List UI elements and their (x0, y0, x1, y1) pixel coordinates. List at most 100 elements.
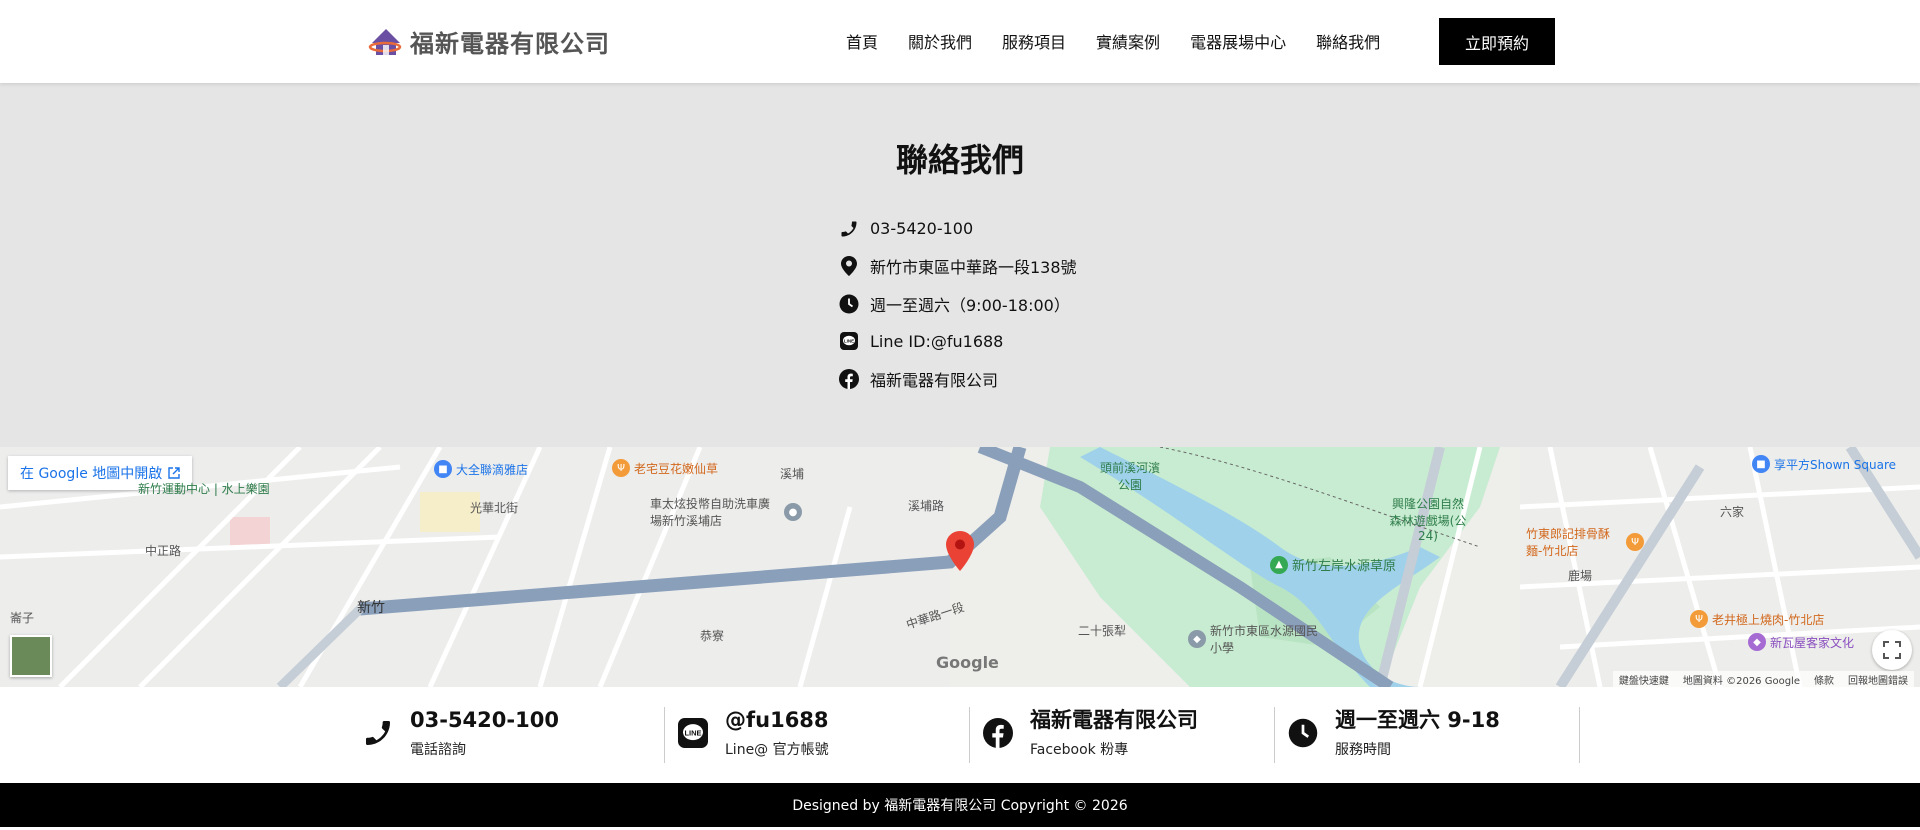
phone-icon (360, 715, 396, 751)
contact-section: 聯絡我們 03-5420-100 新竹市東區中華路一段138號 週一至週六（9:… (0, 83, 1920, 447)
main-nav: 首頁 關於我們 服務項目 實績案例 電器展場中心 聯絡我們 (846, 18, 1410, 64)
map-label-xipu-road: 溪埔路 (908, 499, 945, 513)
map-label-lugang: 鹿場 (1568, 569, 1593, 583)
map-attribution: 鍵盤快速鍵 地圖資料 ©2026 Google 條款 回報地圖錯誤 (1612, 671, 1914, 687)
facebook-icon (838, 368, 860, 390)
map-poi-riverside-label: 新竹左岸水源草原 (1292, 559, 1397, 574)
map-poi-carwash[interactable]: 車太炫投幣自助洗車廣場新竹溪埔店 ● (650, 495, 802, 529)
restaurant-icon: Ψ (1626, 533, 1644, 551)
map-poi-carwash-label: 車太炫投幣自助洗車廣場新竹溪埔店 (650, 497, 771, 528)
map-poi-bbq[interactable]: Ψ 老井極上燒肉-竹北店 (1690, 610, 1824, 628)
map-poi-pxmart-label: 大全聯滴雅店 (456, 462, 529, 477)
restaurant-icon: Ψ (1690, 610, 1708, 628)
map-label-xipu: 溪埔 (780, 467, 805, 481)
info-facebook-sub: Facebook 粉專 (1030, 742, 1129, 758)
facebook-icon (980, 715, 1016, 751)
shopping-icon: ■ (1752, 455, 1770, 473)
map-poi-riverside[interactable]: ▲ 新竹左岸水源草原 (1270, 555, 1396, 574)
map-poi-hakka[interactable]: ◆ 新瓦屋客家文化 (1748, 633, 1854, 651)
svg-text:LINE: LINE (844, 339, 854, 344)
map-poi-gym-label: 新竹運動中心 | 水上樂園 (138, 482, 270, 496)
map-poi-gym[interactable]: 新竹運動中心 | 水上樂園 (138, 480, 270, 497)
contact-list: 03-5420-100 新竹市東區中華路一段138號 週一至週六（9:00-18… (838, 210, 1077, 398)
copyright-text: Designed by 福新電器有限公司 Copyright © 2026 (792, 798, 1128, 814)
pin-poi-icon: ● (784, 503, 802, 521)
keyboard-shortcuts-link[interactable]: 鍵盤快速鍵 (1619, 672, 1669, 687)
map-label-guanghua: 光華北街 (470, 501, 519, 515)
contact-phone: 03-5420-100 (838, 210, 1077, 248)
map-poi-hakka-label: 新瓦屋客家文化 (1770, 635, 1855, 650)
nav-home[interactable]: 首頁 (846, 29, 878, 53)
map-label-lunzi: 崙子 (10, 611, 35, 625)
house-logo-icon (368, 29, 402, 55)
site-footer: Designed by 福新電器有限公司 Copyright © 2026 (0, 783, 1920, 827)
google-logo: Google (936, 653, 999, 672)
info-facebook-main: 福新電器有限公司 (1030, 708, 1198, 732)
info-hours-sub: 服務時間 (1335, 742, 1391, 758)
park-icon: ▲ (1270, 555, 1288, 574)
info-bar: 03-5420-100 電話諮詢 LINE @fu1688 Line@ 官方帳號… (0, 687, 1920, 783)
info-phone[interactable]: 03-5420-100 電話諮詢 (360, 707, 665, 763)
map-poi-school[interactable]: ◆ 新竹市東區水源國民小學 (1188, 622, 1320, 656)
map-poi-dessert[interactable]: Ψ 老宅豆花嫩仙草 (612, 459, 718, 477)
map-label-hsinchu: 新竹 (357, 600, 385, 616)
contact-address-text: 新竹市東區中華路一段138號 (870, 258, 1077, 278)
info-line-sub: Line@ 官方帳號 (725, 742, 829, 758)
map-label-ershizhang: 二十張犁 (1078, 624, 1127, 638)
map-data-attribution: 地圖資料 ©2026 Google (1682, 675, 1800, 687)
map-location-marker-icon[interactable] (946, 531, 974, 571)
contact-facebook: 福新電器有限公司 (838, 360, 1077, 398)
nav-cases[interactable]: 實績案例 (1096, 29, 1160, 53)
culture-icon: ◆ (1748, 633, 1766, 651)
terms-link[interactable]: 條款 (1814, 672, 1834, 687)
restaurant-icon: Ψ (612, 459, 630, 477)
fullscreen-button[interactable] (1872, 630, 1912, 670)
map-poi-school-label: 新竹市東區水源國民小學 (1210, 624, 1319, 655)
map-poi-dessert-label: 老宅豆花嫩仙草 (634, 461, 719, 476)
line-icon: LINE (838, 330, 860, 352)
book-now-button[interactable]: 立即預約 (1439, 18, 1555, 65)
fullscreen-icon (1883, 641, 1901, 659)
nav-services[interactable]: 服務項目 (1002, 29, 1066, 53)
logo[interactable]: 福新電器有限公司 (368, 22, 610, 60)
contact-hours-text: 週一至週六（9:00-18:00） (870, 295, 1070, 315)
map-poi-shown-square[interactable]: ■ 享平方Shown Square (1752, 455, 1896, 473)
school-icon: ◆ (1188, 630, 1206, 648)
map-label-zhongzheng: 中正路 (145, 544, 182, 558)
contact-line-text: Line ID:@fu1688 (870, 331, 1004, 351)
info-hours[interactable]: 週一至週六 9-18 服務時間 (1275, 707, 1580, 763)
contact-phone-text: 03-5420-100 (870, 219, 974, 239)
nav-contact[interactable]: 聯絡我們 (1316, 29, 1380, 53)
map-poi-ribs[interactable]: 竹東郎記排骨酥麵-竹北店 Ψ (1526, 525, 1644, 559)
site-header: 福新電器有限公司 首頁 關於我們 服務項目 實績案例 電器展場中心 聯絡我們 立… (0, 0, 1920, 83)
info-hours-main: 週一至週六 9-18 (1335, 708, 1500, 732)
info-line-main: @fu1688 (725, 708, 829, 732)
map-label-park: 頭前溪河濱公園 (1100, 461, 1161, 492)
info-phone-sub: 電話諮詢 (410, 742, 466, 758)
info-line[interactable]: LINE @fu1688 Line@ 官方帳號 (665, 707, 970, 763)
nav-showroom[interactable]: 電器展場中心 (1190, 29, 1286, 53)
satellite-toggle[interactable] (10, 635, 52, 677)
report-error-link[interactable]: 回報地圖錯誤 (1848, 672, 1908, 687)
info-phone-main: 03-5420-100 (410, 708, 559, 732)
google-map[interactable]: 在 Google 地圖中開啟 新竹 中正路 溪埔 溪埔路 中華路一段 二十張犁 … (0, 447, 1920, 687)
line-icon: LINE (675, 715, 711, 751)
map-poi-ribs-label: 竹東郎記排骨酥麵-竹北店 (1526, 527, 1611, 558)
nav-about[interactable]: 關於我們 (908, 29, 972, 53)
map-poi-pxmart[interactable]: ■ 大全聯滴雅店 (434, 460, 528, 478)
map-poi-bbq-label: 老井極上燒肉-竹北店 (1712, 612, 1825, 627)
logo-text: 福新電器有限公司 (410, 29, 610, 58)
contact-hours: 週一至週六（9:00-18:00） (838, 285, 1077, 323)
map-label-liujia: 六家 (1720, 505, 1745, 519)
svg-text:LINE: LINE (684, 728, 701, 737)
shopping-icon: ■ (434, 460, 452, 478)
phone-icon (838, 218, 860, 240)
contact-title: 聯絡我們 (895, 141, 1024, 179)
clock-icon (1285, 715, 1321, 751)
map-poi-shown-square-label: 享平方Shown Square (1774, 457, 1897, 472)
contact-address: 新竹市東區中華路一段138號 (838, 248, 1077, 286)
clock-icon (838, 293, 860, 315)
info-facebook[interactable]: 福新電器有限公司 Facebook 粉專 (970, 707, 1275, 763)
map-label-forest-park: 興隆公園自然森林遊戲場(公24) (1389, 497, 1467, 543)
contact-facebook-text: 福新電器有限公司 (870, 370, 999, 390)
